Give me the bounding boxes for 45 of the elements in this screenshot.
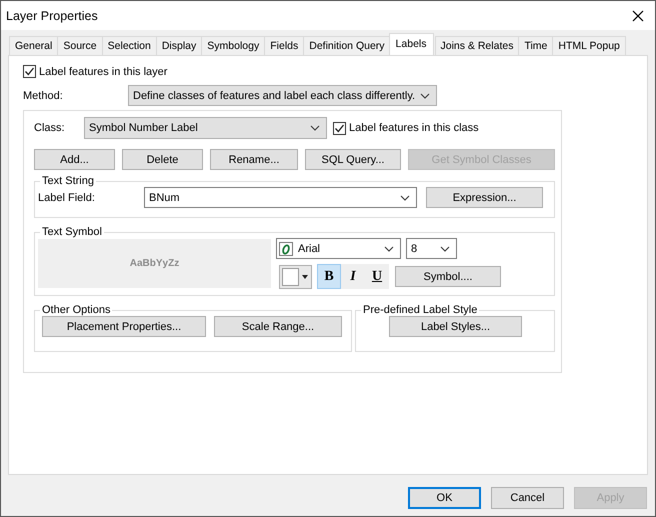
- symbol-button[interactable]: Symbol....: [395, 266, 501, 287]
- tab[interactable]: HTML Popup: [552, 36, 626, 55]
- checkbox-label: Label features in this layer: [39, 66, 168, 78]
- dialog-button[interactable]: Cancel: [491, 487, 564, 509]
- size-dropdown[interactable]: 8: [406, 238, 457, 259]
- class-action-button[interactable]: Add...: [34, 149, 115, 170]
- class-dropdown[interactable]: Symbol Number Label: [84, 117, 327, 139]
- option-button[interactable]: Placement Properties...: [42, 316, 206, 337]
- group-title: Pre-defined Label Style: [362, 304, 478, 316]
- group-title: Text String: [41, 175, 95, 187]
- group-title: Text Symbol: [41, 226, 103, 238]
- symbol-preview: AaBbYyZz: [38, 239, 271, 288]
- class-action-button[interactable]: SQL Query...: [305, 149, 401, 170]
- label-styles-button[interactable]: Label Styles...: [389, 316, 522, 337]
- label-field-label: Label Field:: [38, 192, 96, 204]
- style-toggle[interactable]: I: [341, 264, 365, 289]
- color-picker[interactable]: [279, 264, 312, 288]
- tab[interactable]: General: [9, 36, 58, 55]
- close-icon[interactable]: [632, 10, 644, 22]
- tab[interactable]: Joins & Relates: [434, 36, 520, 55]
- class-action-button[interactable]: Delete: [122, 149, 203, 170]
- option-button[interactable]: Scale Range...: [214, 316, 342, 337]
- group-title: Other Options: [41, 304, 112, 316]
- chevron-down-icon: [440, 246, 450, 252]
- font-dropdown[interactable]: Arial: [276, 238, 401, 259]
- label-field-dropdown[interactable]: BNum: [144, 187, 417, 208]
- method-dropdown[interactable]: Define classes of features and label each class differently.: [128, 85, 437, 106]
- checkbox-label: Label features in this class: [349, 122, 479, 134]
- window-title: Layer Properties: [6, 8, 98, 22]
- dialog-button[interactable]: OK: [408, 487, 481, 509]
- caret-icon: [302, 274, 308, 278]
- tab[interactable]: Labels: [388, 33, 434, 55]
- font-icon: [279, 242, 293, 256]
- class-action-button[interactable]: Rename...: [210, 149, 298, 170]
- method-label: Method:: [23, 90, 64, 102]
- style-toggle[interactable]: U: [365, 264, 389, 289]
- class-label: Class:: [34, 122, 66, 134]
- checkbox[interactable]: [23, 65, 36, 78]
- chevron-down-icon: [310, 125, 320, 131]
- chevron-down-icon: [384, 246, 394, 252]
- chevron-down-icon: [400, 194, 410, 200]
- style-toggle[interactable]: B: [317, 264, 341, 289]
- checkbox[interactable]: [333, 122, 346, 134]
- chevron-down-icon: [420, 92, 430, 98]
- expression-button[interactable]: Expression...: [426, 187, 543, 208]
